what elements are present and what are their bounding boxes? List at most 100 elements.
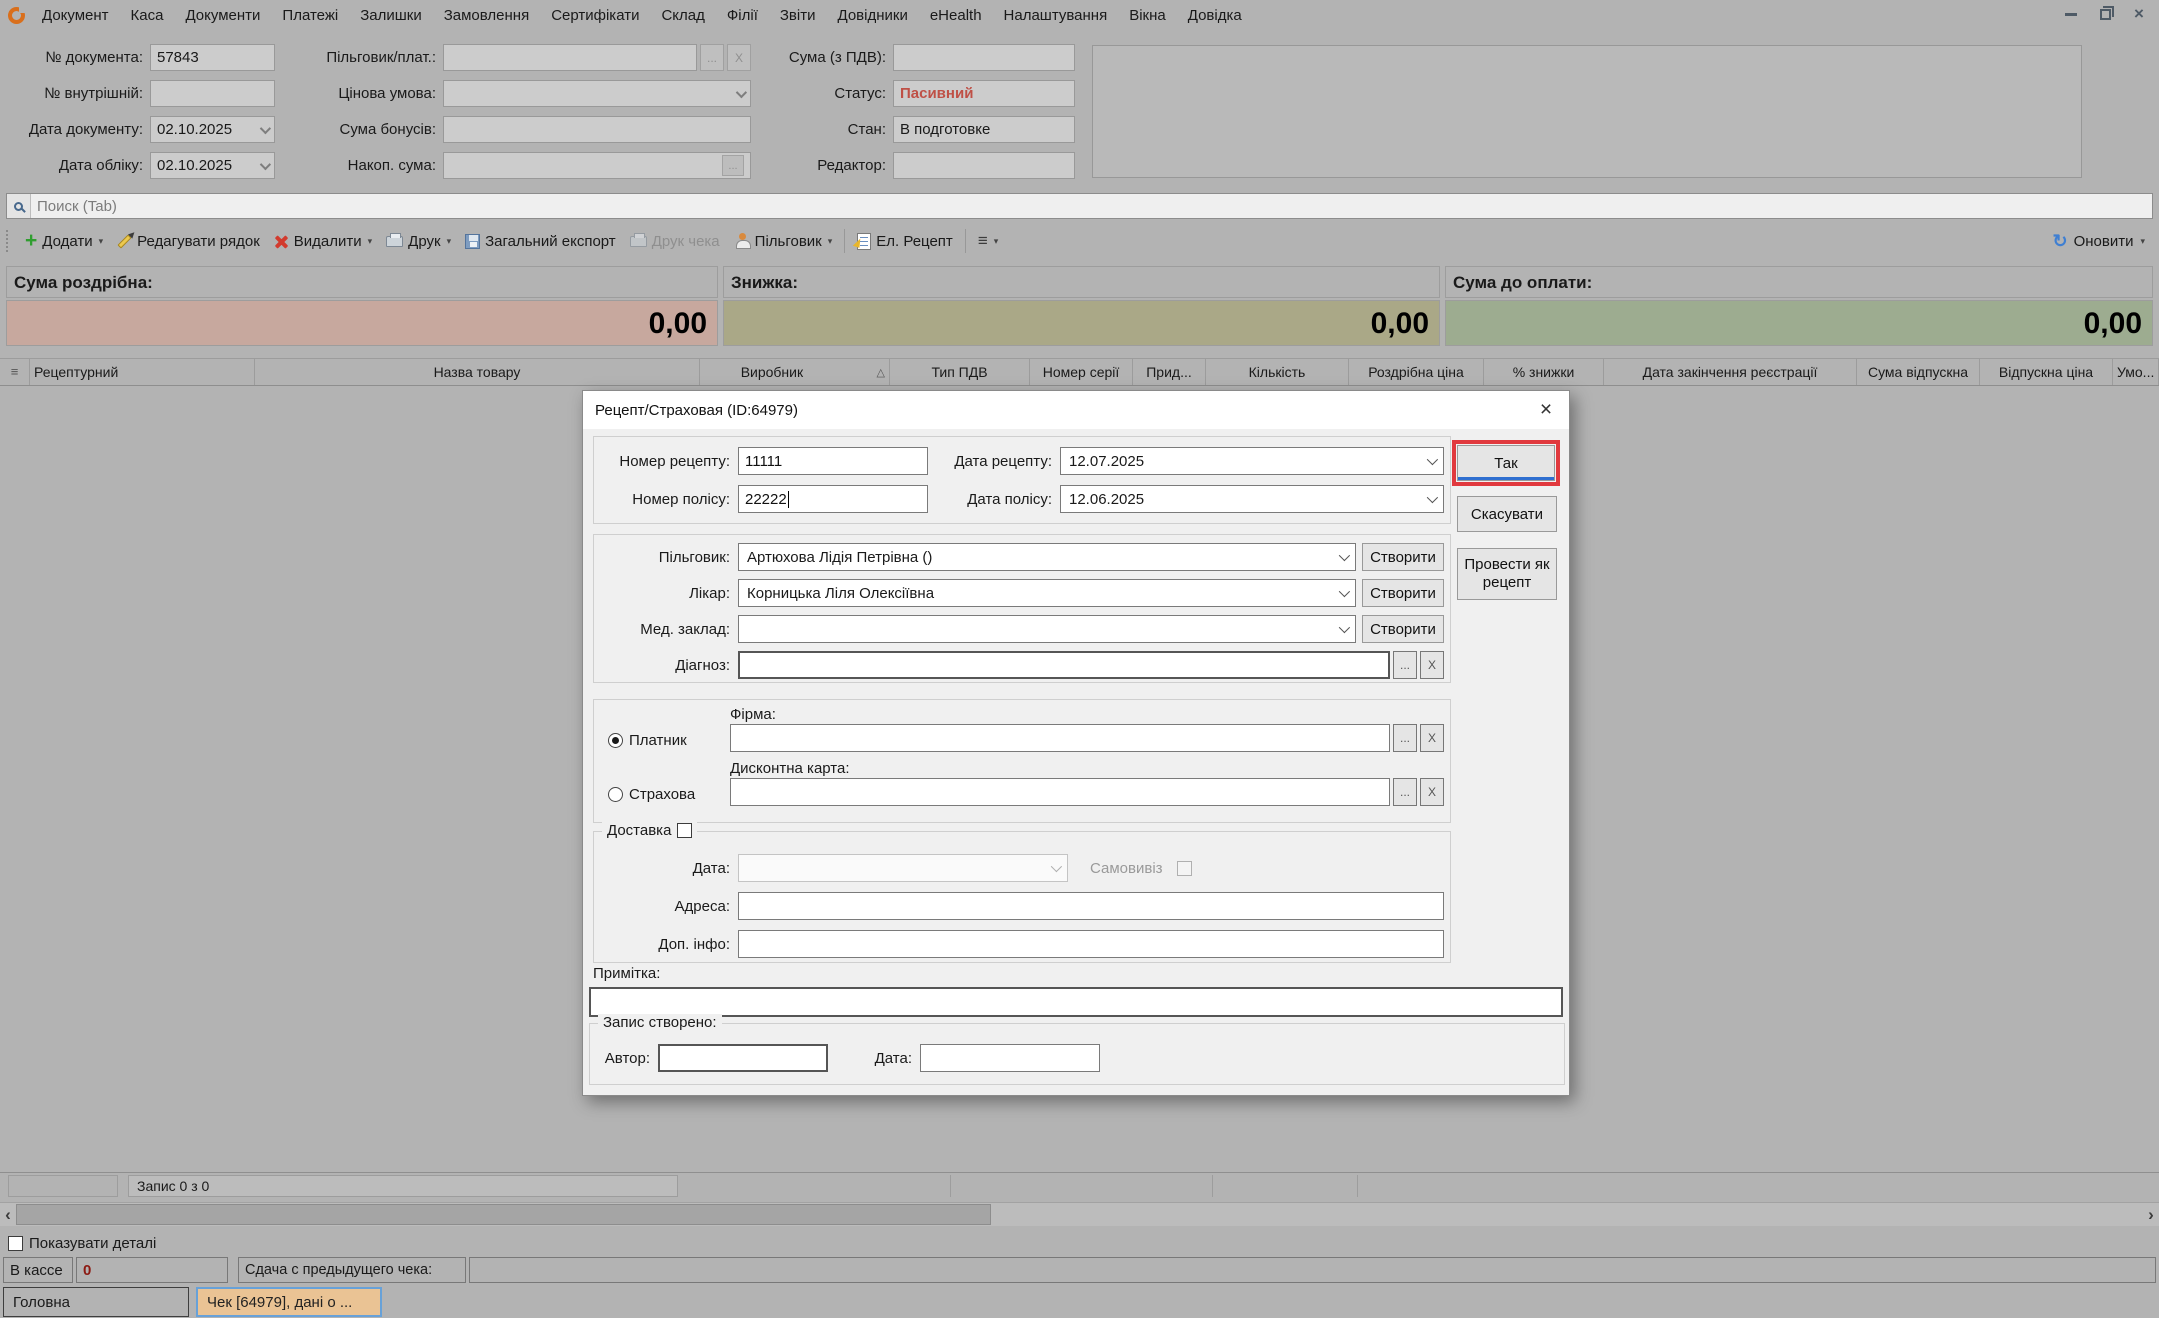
payer-radio[interactable]: Платник bbox=[608, 726, 728, 754]
extra-info-field[interactable] bbox=[738, 930, 1444, 958]
firm-lookup-button[interactable]: ... bbox=[1393, 724, 1417, 752]
create-med-institution-button[interactable]: Створити bbox=[1362, 615, 1444, 643]
menu-certificates[interactable]: Сертифікати bbox=[540, 5, 650, 26]
note-field[interactable] bbox=[589, 987, 1563, 1017]
tab-receipt[interactable]: Чек [64979], дані о ... bbox=[196, 1287, 382, 1317]
process-as-recipe-button[interactable]: Провести як рецепт bbox=[1457, 548, 1557, 600]
person-icon bbox=[734, 233, 750, 249]
doc-date-field[interactable]: 02.10.2025 bbox=[150, 116, 275, 143]
grid-menu-icon[interactable]: ≡ bbox=[0, 359, 30, 385]
create-beneficiary-button[interactable]: Створити bbox=[1362, 543, 1444, 571]
menu-orders[interactable]: Замовлення bbox=[433, 5, 540, 26]
delete-button[interactable]: Видалити ▾ bbox=[267, 229, 379, 254]
dialog-title-bar[interactable]: Рецепт/Страховая (ID:64979) × bbox=[583, 391, 1569, 429]
column-registration-end-date[interactable]: Дата закінчення реєстрації bbox=[1604, 359, 1857, 385]
menu-stock[interactable]: Залишки bbox=[349, 5, 433, 26]
diagnosis-lookup-button[interactable]: ... bbox=[1393, 651, 1417, 679]
ok-button[interactable]: Так bbox=[1457, 445, 1555, 481]
pickup-checkbox[interactable] bbox=[1177, 861, 1192, 876]
create-doctor-button[interactable]: Створити bbox=[1362, 579, 1444, 607]
account-date-field[interactable]: 02.10.2025 bbox=[150, 152, 275, 179]
close-button[interactable]: × bbox=[2125, 2, 2153, 26]
totals-panel: Сума роздрібна: 0,00 Знижка: 0,00 Сума д… bbox=[0, 266, 2159, 354]
tab-main[interactable]: Головна bbox=[3, 1287, 189, 1317]
column-manufacturer[interactable]: Виробник△ bbox=[700, 359, 890, 385]
policy-number-input[interactable]: 22222 bbox=[738, 485, 928, 513]
price-condition-combo[interactable] bbox=[443, 80, 751, 107]
horizontal-scrollbar[interactable]: ‹ › bbox=[0, 1202, 2159, 1226]
dialog-close-button[interactable]: × bbox=[1523, 391, 1569, 429]
address-field[interactable] bbox=[738, 892, 1444, 920]
column-series-number[interactable]: Номер серії bbox=[1030, 359, 1133, 385]
menu-payments[interactable]: Платежі bbox=[271, 5, 349, 26]
doc-number-field[interactable]: 57843 bbox=[150, 44, 275, 71]
column-product-name[interactable]: Назва товару bbox=[255, 359, 700, 385]
cash-row: В кассе 0 Сдача с предыдущего чека: bbox=[0, 1257, 2159, 1284]
menu-branches[interactable]: Філії bbox=[716, 5, 769, 26]
menu-help[interactable]: Довідка bbox=[1177, 5, 1253, 26]
e-recipe-button[interactable]: Ел. Рецепт bbox=[850, 229, 960, 254]
med-institution-combo[interactable] bbox=[738, 615, 1356, 643]
restore-button[interactable] bbox=[2091, 2, 2119, 26]
print-receipt-button[interactable]: Друк чека bbox=[623, 229, 727, 254]
menu-documents[interactable]: Документи bbox=[174, 5, 271, 26]
column-dispense-sum[interactable]: Сума відпускна bbox=[1857, 359, 1980, 385]
scroll-left-icon[interactable]: ‹ bbox=[0, 1203, 16, 1227]
menu-reports[interactable]: Звіти bbox=[769, 5, 827, 26]
menu-warehouse[interactable]: Склад bbox=[650, 5, 715, 26]
menu-windows[interactable]: Вікна bbox=[1118, 5, 1177, 26]
policy-date-combo[interactable]: 12.06.2025 bbox=[1060, 485, 1444, 513]
column-vat-type[interactable]: Тип ПДВ bbox=[890, 359, 1030, 385]
menu-kasa[interactable]: Каса bbox=[120, 5, 175, 26]
doctor-combo[interactable]: Корницька Ліля Олексіївна bbox=[738, 579, 1356, 607]
menu-directories[interactable]: Довідники bbox=[827, 5, 919, 26]
beneficiary-field[interactable] bbox=[443, 44, 697, 71]
beneficiary-lookup-button[interactable]: ... bbox=[700, 44, 724, 71]
recipe-date-combo[interactable]: 12.07.2025 bbox=[1060, 447, 1444, 475]
menu-document[interactable]: Документ bbox=[31, 5, 120, 26]
cancel-button[interactable]: Скасувати bbox=[1457, 496, 1557, 532]
column-quantity[interactable]: Кількість bbox=[1206, 359, 1349, 385]
internal-number-field[interactable] bbox=[150, 80, 275, 107]
discount-card-clear-button[interactable]: X bbox=[1420, 778, 1444, 806]
diagnosis-field[interactable] bbox=[738, 651, 1390, 679]
column-discount-pct[interactable]: % знижки bbox=[1484, 359, 1604, 385]
menu-ehealth[interactable]: eHealth bbox=[919, 5, 993, 26]
column-umo[interactable]: Умо... bbox=[2113, 359, 2159, 385]
insurance-radio[interactable]: Страхова bbox=[608, 780, 728, 808]
refresh-button[interactable]: ↻ Оновити ▾ bbox=[2052, 233, 2145, 250]
discount-card-field[interactable] bbox=[730, 778, 1390, 806]
delivery-date-combo[interactable] bbox=[738, 854, 1068, 882]
scrollbar-thumb[interactable] bbox=[16, 1204, 991, 1225]
firm-field[interactable] bbox=[730, 724, 1390, 752]
export-label: Загальний експорт bbox=[485, 233, 616, 250]
diagnosis-clear-button[interactable]: X bbox=[1420, 651, 1444, 679]
menu-settings[interactable]: Налаштування bbox=[993, 5, 1119, 26]
list-options-button[interactable]: ≡ ▾ bbox=[971, 230, 1005, 252]
toolbar-grip-handle[interactable] bbox=[6, 230, 12, 252]
discount-card-lookup-button[interactable]: ... bbox=[1393, 778, 1417, 806]
minimize-button[interactable] bbox=[2057, 2, 2085, 26]
scroll-right-icon[interactable]: › bbox=[2143, 1203, 2159, 1227]
column-retail-price[interactable]: Роздрібна ціна bbox=[1349, 359, 1484, 385]
recipe-number-input[interactable] bbox=[738, 447, 928, 475]
edit-row-button[interactable]: Редагувати рядок bbox=[110, 229, 267, 254]
accum-sum-lookup-button[interactable]: ... bbox=[722, 155, 744, 176]
delivery-checkbox[interactable] bbox=[677, 823, 692, 838]
print-button[interactable]: Друк ▾ bbox=[379, 229, 458, 254]
delete-label: Видалити bbox=[294, 233, 362, 250]
show-details-checkbox[interactable] bbox=[8, 1236, 23, 1251]
add-button[interactable]: + Додати ▾ bbox=[18, 229, 110, 254]
search-input[interactable] bbox=[31, 198, 2152, 215]
sum-vat-field[interactable] bbox=[893, 44, 1075, 71]
export-button[interactable]: Загальний експорт bbox=[458, 229, 623, 254]
column-dispense-price[interactable]: Відпускна ціна bbox=[1980, 359, 2113, 385]
accum-sum-field[interactable]: ... bbox=[443, 152, 751, 179]
beneficiary-combo[interactable]: Артюхова Лідія Петрівна () bbox=[738, 543, 1356, 571]
beneficiary-clear-button[interactable]: X bbox=[727, 44, 751, 71]
bonus-sum-field[interactable] bbox=[443, 116, 751, 143]
column-prid[interactable]: Прид... bbox=[1133, 359, 1206, 385]
column-recipe[interactable]: Рецептурний bbox=[30, 359, 255, 385]
firm-clear-button[interactable]: X bbox=[1420, 724, 1444, 752]
beneficiary-toolbar-button[interactable]: Пільговик ▾ bbox=[727, 229, 840, 254]
